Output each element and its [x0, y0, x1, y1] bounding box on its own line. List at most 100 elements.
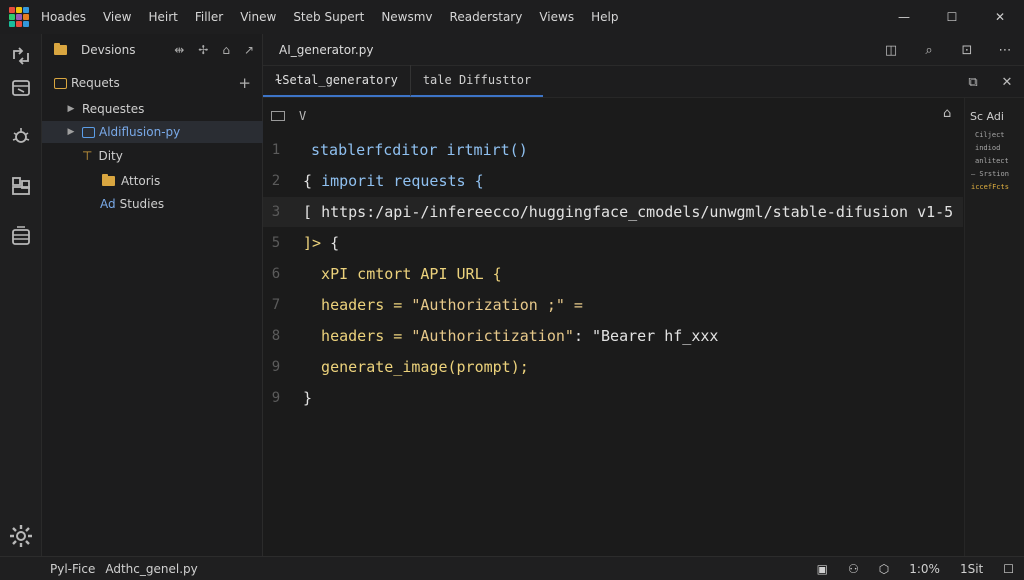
code-token: imporit requests {	[321, 172, 484, 190]
menu-help[interactable]: Help	[591, 10, 618, 24]
tree-item-dity[interactable]: ⊤ Dity	[42, 145, 263, 167]
shield-icon[interactable]: ⬡	[879, 562, 889, 576]
expand-icon[interactable]: ↗	[244, 43, 254, 57]
sidebar-tools: ⇹ ✢ ⌂ ↗	[160, 34, 254, 66]
line-number: 9	[271, 390, 281, 406]
menu-newsmv[interactable]: Newsmv	[381, 10, 432, 24]
code-text: { imporit requests {	[303, 172, 484, 190]
activity-bar	[0, 34, 42, 556]
search-icon[interactable]: ⌕	[910, 43, 948, 58]
tree-item-requestes[interactable]: ▶ Requestes	[42, 98, 263, 120]
menu-views[interactable]: Views	[539, 10, 574, 24]
outline-title: Sc Adi	[970, 110, 1004, 123]
language-mode[interactable]: Pyl-Fice	[50, 562, 95, 576]
line-number: 8	[271, 328, 281, 344]
extensions-icon[interactable]	[7, 172, 35, 200]
sidebar-title: Devsions	[81, 43, 136, 57]
outline-panel: ⌂ Sc Adi Cilject indiod anlitect — Srsti…	[943, 98, 1024, 556]
code-token: headers =	[303, 296, 412, 314]
outline-line: Cilject	[975, 131, 1005, 139]
menu-bar: Hoades View Heirt Filler Vinew Steb Supe…	[0, 0, 1024, 34]
code-token: "Authorization ;" =	[411, 296, 583, 314]
add-icon[interactable]: +	[238, 74, 251, 92]
outline-line: anlitect	[975, 157, 1009, 165]
tree-item-label: Requestes	[82, 102, 145, 116]
collapse-icon[interactable]: ⌂	[222, 43, 230, 57]
code-token: stablerfcditor irtmirt()	[311, 141, 528, 159]
folder-open-icon: ⊤	[82, 149, 93, 163]
code-text: ]> {	[303, 234, 339, 252]
code-token: xPI cmtort	[303, 265, 421, 283]
python-file-icon	[82, 126, 95, 138]
tree-item-label: Requets	[71, 76, 120, 90]
tree-item-studies[interactable]: Ad Studies	[42, 193, 263, 215]
tree-item-requets[interactable]: Requets +	[42, 72, 263, 94]
line-number: 7	[271, 297, 281, 313]
close-panel-icon[interactable]: ✕	[990, 75, 1024, 90]
menu-vinew[interactable]: Vinew	[240, 10, 276, 24]
preview-icon[interactable]: ⊡	[948, 43, 986, 58]
menu-steb-supert[interactable]: Steb Supert	[293, 10, 364, 24]
menu-readerstary[interactable]: Readerstary	[450, 10, 523, 24]
tree-item-aldiflusion[interactable]: ▶ Aldiflusion-py	[42, 121, 263, 143]
home-icon[interactable]: ⌂	[943, 106, 951, 121]
explorer-icon[interactable]	[7, 74, 35, 102]
image-icon	[271, 111, 285, 121]
menu-view[interactable]: View	[103, 10, 131, 24]
tree-item-label: Studies	[119, 197, 165, 211]
line-number: 9	[271, 359, 281, 375]
split-editor-icon[interactable]: ◫	[872, 43, 910, 58]
split-icon[interactable]: ⇹	[174, 43, 184, 57]
database-icon[interactable]	[7, 222, 35, 250]
chevron-right-icon: ▶	[67, 104, 75, 114]
code-text: stablerfcditor irtmirt()	[311, 141, 528, 159]
tab-ai-generator[interactable]: AI_generator.py	[263, 34, 389, 66]
notifications-icon[interactable]: ☐	[1003, 562, 1014, 576]
status-filename[interactable]: Adthc_genel.py	[105, 562, 197, 576]
people-icon[interactable]: ⚇	[848, 562, 859, 576]
pin-icon[interactable]: ✢	[198, 43, 208, 57]
maximize-button[interactable]: ☐	[928, 0, 976, 34]
code-line[interactable]: 3 [ https:/api-/infereecco/huggingface_cm…	[263, 197, 963, 227]
editor-tools: ◫ ⌕ ⊡ ⋯	[872, 34, 1024, 66]
tab-setal-generatory[interactable]: ɫSetal_generatory	[263, 65, 410, 97]
line-number: 6	[271, 266, 281, 282]
folder-icon	[102, 174, 115, 186]
code-token: {	[330, 234, 340, 252]
code-text: [ https:/api-/infereecco/huggingface_cmo…	[303, 203, 953, 221]
line-number: 3	[271, 204, 281, 220]
tab-tale-diffusttor[interactable]: tale Diffusttor	[409, 65, 544, 97]
code-token: {	[303, 172, 322, 190]
code-token: [	[303, 203, 322, 221]
file-tab-bar: AI_generator.py ◫ ⌕ ⊡ ⋯	[263, 34, 1024, 66]
line-number: 1	[271, 142, 281, 158]
close-button[interactable]: ✕	[976, 0, 1024, 34]
code-text: generate_image(prompt);	[303, 358, 529, 376]
tree-item-label: Aldiflusion-py	[99, 125, 181, 139]
copy-icon[interactable]: ⧉	[956, 75, 990, 90]
code-token: generate_image(prompt);	[303, 358, 529, 376]
outline-line: — Srstion	[971, 170, 1009, 178]
code-token: }	[303, 389, 313, 407]
tree-item-label: Attoris	[121, 174, 161, 188]
minimize-button[interactable]: —	[880, 0, 928, 34]
more-icon[interactable]: ⋯	[986, 43, 1024, 58]
debug-icon[interactable]	[7, 122, 35, 150]
menu-hoades[interactable]: Hoades	[41, 10, 86, 24]
source-control-icon[interactable]	[7, 42, 35, 70]
screenshot-icon[interactable]: ▣	[817, 562, 828, 576]
breadcrumb: V	[271, 105, 306, 127]
window-controls: — ☐ ✕	[880, 0, 1024, 34]
sub-tab-tools: ⧉ ✕	[956, 66, 1024, 98]
menu-heirt[interactable]: Heirt	[148, 10, 177, 24]
cursor-position[interactable]: 1Sit	[960, 562, 983, 576]
gear-icon[interactable]	[7, 522, 35, 550]
sub-tab-bar: ɫSetal_generatory tale Diffusttor ⧉ ✕	[263, 65, 1024, 98]
zoom-level[interactable]: 1:0%	[909, 562, 940, 576]
tree-item-attoris[interactable]: Attoris	[42, 170, 263, 192]
status-bar: Pyl-Fice Adthc_genel.py ▣ ⚇ ⬡ 1:0% 1Sit …	[0, 556, 1024, 580]
menu-filler[interactable]: Filler	[195, 10, 223, 24]
line-number: 2	[271, 173, 281, 189]
app-logo-icon	[9, 7, 29, 27]
code-token: ]>	[303, 234, 331, 252]
